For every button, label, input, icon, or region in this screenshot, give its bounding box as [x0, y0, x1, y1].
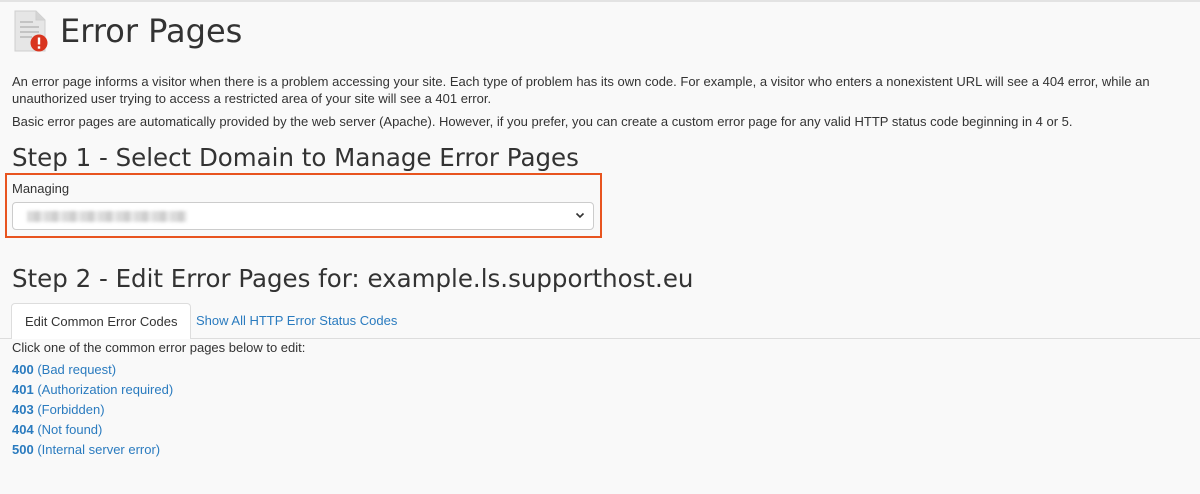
description-paragraph-1: An error page informs a visitor when the… — [12, 74, 1150, 106]
error-code: 500 — [12, 442, 34, 457]
error-description: (Authorization required) — [37, 382, 174, 397]
error-link-400[interactable]: 400 (Bad request) — [12, 363, 173, 383]
managing-label: Managing — [12, 181, 70, 196]
page-header: Error Pages — [12, 9, 242, 53]
error-description: (Not found) — [37, 422, 103, 437]
error-code: 400 — [12, 362, 34, 377]
error-link-403[interactable]: 403 (Forbidden) — [12, 403, 173, 423]
step2-title: Step 2 - Edit Error Pages for: example.l… — [12, 264, 694, 293]
error-code: 403 — [12, 402, 34, 417]
error-link-500[interactable]: 500 (Internal server error) — [12, 443, 173, 463]
domain-select[interactable] — [12, 202, 594, 230]
error-page-icon — [12, 9, 50, 53]
tab-show-all-http-error-codes[interactable]: Show All HTTP Error Status Codes — [196, 313, 397, 328]
chevron-down-icon — [575, 212, 585, 219]
error-description: (Forbidden) — [37, 402, 105, 417]
blurred-domain-value — [27, 211, 187, 222]
error-code: 404 — [12, 422, 34, 437]
tab-edit-common-error-codes[interactable]: Edit Common Error Codes — [11, 303, 192, 339]
instructions-text: Click one of the common error pages belo… — [12, 340, 306, 355]
error-description: (Internal server error) — [37, 442, 161, 457]
description-paragraph-2: Basic error pages are automatically prov… — [12, 114, 1073, 129]
error-description: (Bad request) — [37, 362, 117, 377]
error-link-404[interactable]: 404 (Not found) — [12, 423, 173, 443]
error-code-list: 400 (Bad request) 401 (Authorization req… — [12, 363, 173, 463]
error-code: 401 — [12, 382, 34, 397]
page-title: Error Pages — [60, 12, 243, 50]
top-border — [0, 0, 1200, 2]
error-link-401[interactable]: 401 (Authorization required) — [12, 383, 173, 403]
step1-title: Step 1 - Select Domain to Manage Error P… — [12, 143, 579, 172]
